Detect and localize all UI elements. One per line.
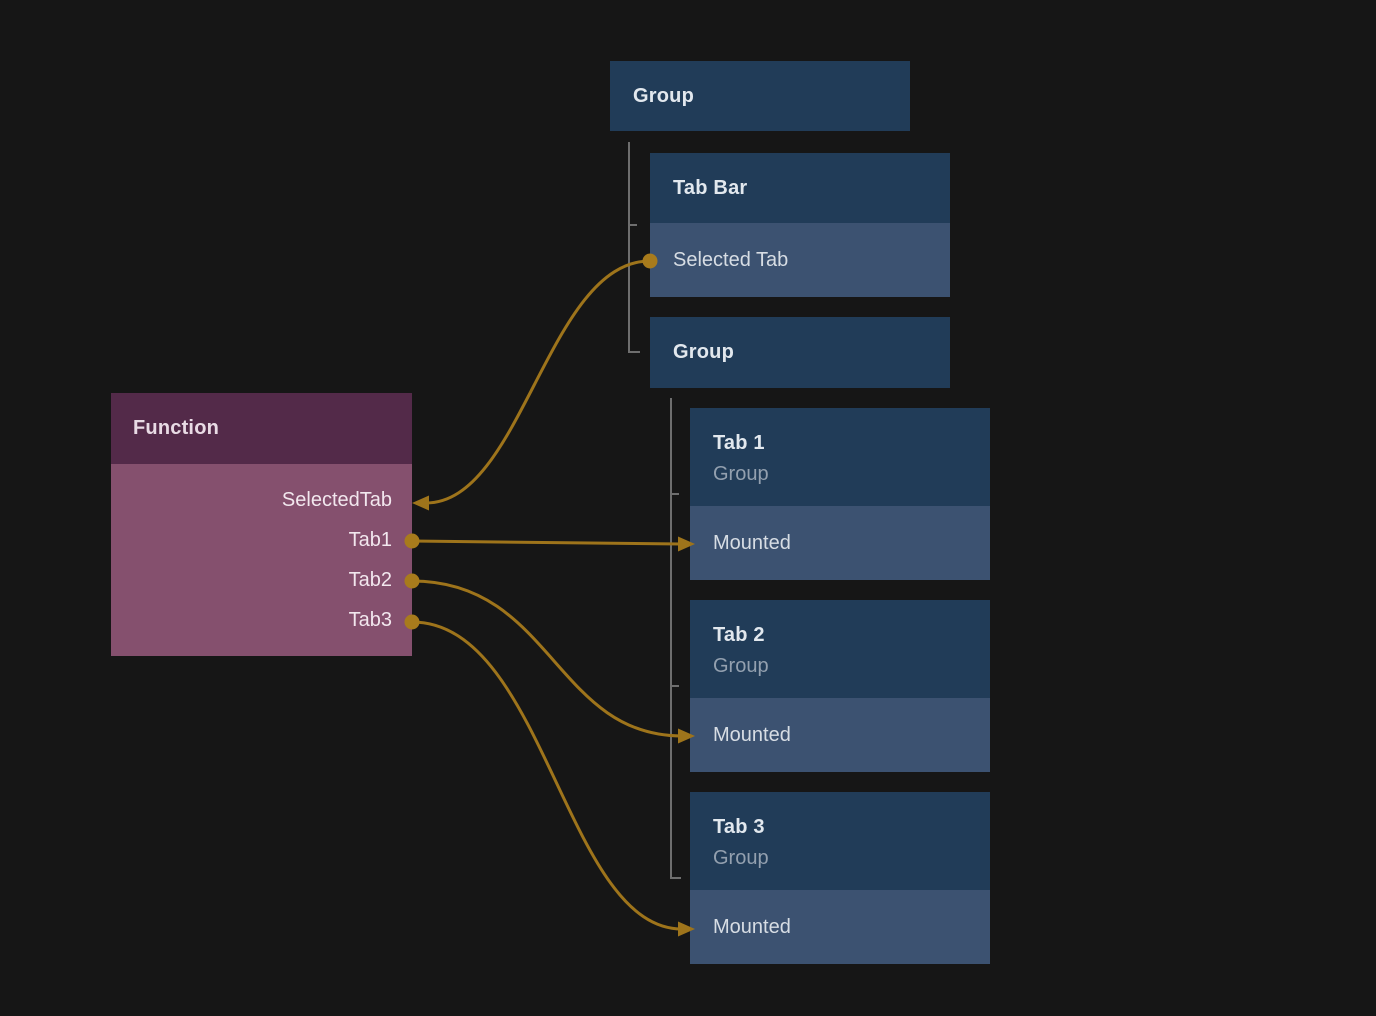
node-editor-canvas[interactable]: Group Tab Bar Selected Tab Group Tab 1 G…	[0, 0, 1376, 1016]
port-label: Tab1	[349, 529, 392, 552]
tab2-header[interactable]: Tab 2 Group	[690, 600, 990, 698]
layer-title: Tab 1	[713, 428, 990, 459]
layer-subtitle: Group	[713, 843, 990, 874]
function-node[interactable]: Function SelectedTab Tab1 Tab2 Tab3	[111, 393, 412, 656]
port-selectedtab[interactable]: SelectedTab	[111, 480, 392, 520]
selected-tab-output-row[interactable]: Selected Tab	[650, 223, 950, 297]
tab1-header[interactable]: Tab 1 Group	[690, 408, 990, 506]
tree-line-content-group	[671, 398, 681, 878]
layer-subtitle: Group	[713, 459, 990, 490]
layer-node-tab1[interactable]: Tab 1 Group Mounted	[690, 408, 990, 580]
tab1-mounted-input-row[interactable]: Mounted	[690, 506, 990, 580]
wire-selectedtab[interactable]	[412, 254, 658, 511]
function-title: Function	[133, 417, 219, 440]
port-label: SelectedTab	[282, 489, 392, 512]
layer-node-tab2[interactable]: Tab 2 Group Mounted	[690, 600, 990, 772]
layer-title: Tab Bar	[673, 173, 950, 204]
port-tab1[interactable]: Tab1	[111, 520, 392, 560]
layer-title: Tab 3	[713, 812, 990, 843]
port-tab2[interactable]: Tab2	[111, 560, 392, 600]
layer-node-content-group[interactable]: Group	[650, 317, 950, 388]
row-label: Selected Tab	[673, 249, 788, 272]
layer-node-root-group[interactable]: Group	[610, 61, 910, 131]
layer-node-tab3[interactable]: Tab 3 Group Mounted	[690, 792, 990, 964]
layer-subtitle: Group	[713, 651, 990, 682]
function-node-header[interactable]: Function	[111, 393, 412, 464]
row-label: Mounted	[713, 724, 791, 747]
tab-bar-header[interactable]: Tab Bar	[650, 153, 950, 223]
layer-title: Group	[633, 81, 910, 112]
tab3-mounted-input-row[interactable]: Mounted	[690, 890, 990, 964]
row-label: Mounted	[713, 916, 791, 939]
layer-title: Group	[673, 337, 950, 368]
tree-line-root-group	[629, 142, 640, 352]
port-label: Tab3	[349, 609, 392, 632]
wire-tab3[interactable]	[405, 615, 696, 937]
port-tab3[interactable]: Tab3	[111, 600, 392, 640]
wire-tab1[interactable]	[405, 534, 696, 552]
wire-tab2[interactable]	[405, 574, 696, 744]
layer-node-tab-bar[interactable]: Tab Bar Selected Tab	[650, 153, 950, 297]
layer-title: Tab 2	[713, 620, 990, 651]
tab2-mounted-input-row[interactable]: Mounted	[690, 698, 990, 772]
row-label: Mounted	[713, 532, 791, 555]
port-label: Tab2	[349, 569, 392, 592]
tab3-header[interactable]: Tab 3 Group	[690, 792, 990, 890]
function-node-body: SelectedTab Tab1 Tab2 Tab3	[111, 464, 412, 656]
